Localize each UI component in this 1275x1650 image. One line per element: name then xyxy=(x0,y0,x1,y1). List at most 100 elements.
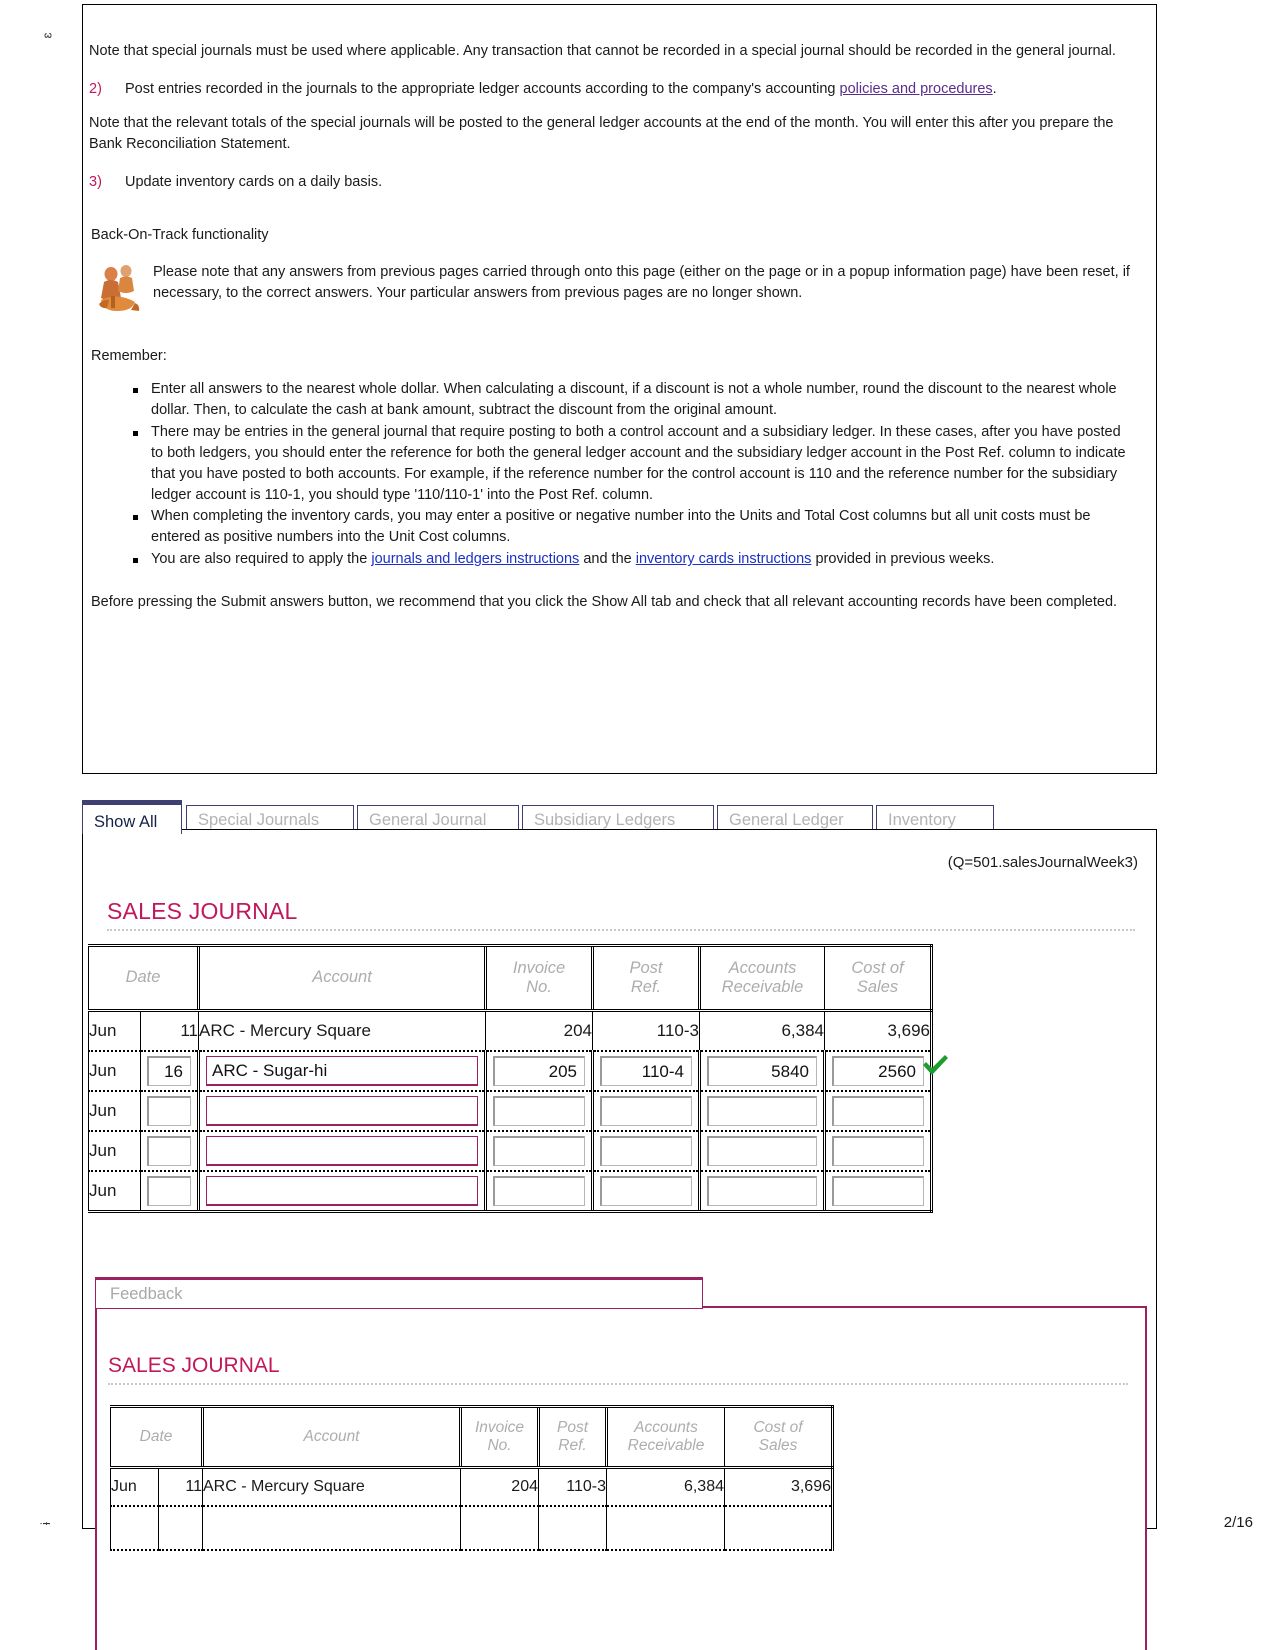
cell-account: ARC - Mercury Square xyxy=(198,1010,486,1052)
post-ref-input-row2[interactable] xyxy=(600,1056,692,1086)
policies-and-procedures-link[interactable]: policies and procedures xyxy=(840,81,993,97)
column-header-date: Date xyxy=(110,1405,203,1469)
cell-invoice-no xyxy=(484,1090,593,1132)
column-header-post-ref: Post Ref. xyxy=(537,1405,607,1469)
tab-feedback[interactable]: Feedback xyxy=(95,1277,703,1309)
list-item: Enter all answers to the nearest whole d… xyxy=(133,379,1134,421)
date-day-input-row4[interactable] xyxy=(147,1136,191,1166)
question-tag: (Q=501.salesJournalWeek3) xyxy=(947,854,1138,871)
cell-cost-of-sales: 3,696 xyxy=(724,1467,834,1507)
account-input-row4[interactable] xyxy=(206,1136,478,1166)
column-header-accounts-receivable: Accounts Receivable xyxy=(698,944,825,1012)
invoice-no-input-row5[interactable] xyxy=(493,1176,585,1206)
correct-answer-check-icon xyxy=(920,1050,950,1080)
table-row: Jun xyxy=(88,1090,933,1132)
column-header-invoice-no: Invoice No. xyxy=(484,944,593,1012)
account-input-row5[interactable] xyxy=(206,1176,478,1206)
accounts-receivable-input-row5[interactable] xyxy=(707,1176,817,1206)
cell-cost-of-sales xyxy=(823,1170,933,1213)
cost-of-sales-input-row4[interactable] xyxy=(832,1136,924,1166)
cost-of-sales-input-row5[interactable] xyxy=(832,1176,924,1206)
list-item: When completing the inventory cards, you… xyxy=(133,506,1134,548)
bullet-4-text-before: You are also required to apply the xyxy=(151,551,372,568)
post-ref-input-row5[interactable] xyxy=(600,1176,692,1206)
list-item: There may be entries in the general jour… xyxy=(133,422,1134,506)
table-header-row: Date Account Invoice No. Post Ref. Accou… xyxy=(110,1405,834,1469)
post-ref-input-row4[interactable] xyxy=(600,1136,692,1166)
date-day-input-row5[interactable] xyxy=(147,1176,191,1206)
tab-show-all[interactable]: Show All xyxy=(82,800,182,834)
item-2-number: 2) xyxy=(89,80,102,97)
account-input-row3[interactable] xyxy=(206,1096,478,1126)
invoice-no-input-row3[interactable] xyxy=(493,1096,585,1126)
item-2-body: Post entries recorded in the journals to… xyxy=(125,79,1134,100)
accounts-receivable-input-row2[interactable] xyxy=(707,1056,817,1086)
table-row: Jun 11 ARC - Mercury Square 204 110-3 6,… xyxy=(110,1467,834,1507)
ar-line-1: Accounts xyxy=(634,1418,698,1436)
item-2-text-before: Post entries recorded in the journals to… xyxy=(125,80,840,97)
cell-cost-of-sales xyxy=(823,1130,933,1172)
note-paragraph-2: Note that the relevant totals of the spe… xyxy=(89,114,1114,152)
column-header-date: Date xyxy=(88,944,199,1012)
bullet-4-text-after: provided in previous weeks. xyxy=(811,551,995,568)
accounts-receivable-input-row4[interactable] xyxy=(707,1136,817,1166)
sales-journal-table: Date Account Invoice No. Post Ref. Accou… xyxy=(88,944,933,1213)
cos-line-2: Sales xyxy=(856,978,899,996)
cell-date-month: Jun xyxy=(88,1170,141,1213)
cell-date-day xyxy=(140,1050,199,1092)
cell-account xyxy=(197,1090,486,1132)
cell-post-ref xyxy=(591,1170,700,1213)
people-figures-icon xyxy=(91,260,153,316)
cell-accounts-receivable xyxy=(698,1130,825,1172)
cost-of-sales-input-row3[interactable] xyxy=(832,1096,924,1126)
back-on-track-note-text: Please note that any answers from previo… xyxy=(153,264,1130,302)
feedback-title-divider xyxy=(108,1383,1128,1385)
cos-line-1: Cost of xyxy=(851,958,904,977)
cell-invoice-no: 204 xyxy=(485,1010,593,1052)
post-ref-input-row3[interactable] xyxy=(600,1096,692,1126)
cost-of-sales-input-row2[interactable] xyxy=(832,1056,924,1086)
invoice-no-input-row2[interactable] xyxy=(493,1056,585,1086)
cos-line-2: Sales xyxy=(758,1437,798,1454)
table-header-row: Date Account Invoice No. Post Ref. Accou… xyxy=(88,944,933,1012)
note-paragraph-1: Note that special journals must be used … xyxy=(89,43,1116,59)
cell-account xyxy=(197,1050,486,1092)
title-divider xyxy=(107,929,1135,931)
cell-cost-of-sales xyxy=(823,1090,933,1132)
table-row: Jun xyxy=(88,1170,933,1213)
item-3-body: Update inventory cards on a daily basis. xyxy=(125,173,383,190)
table-row: Jun 11 ARC - Mercury Square 204 110-3 6,… xyxy=(88,1010,933,1052)
table-row xyxy=(110,1505,834,1551)
cell-date-day: 11 xyxy=(140,1010,199,1052)
column-header-account: Account xyxy=(201,1405,461,1469)
invoice-line-1: Invoice xyxy=(474,1418,525,1436)
date-day-input-row3[interactable] xyxy=(147,1096,191,1126)
page-title: SALES JOURNAL xyxy=(107,898,298,924)
account-input-row2[interactable] xyxy=(206,1056,478,1086)
cell-post-ref xyxy=(538,1505,607,1551)
page-number: 2/16 xyxy=(1223,1514,1253,1531)
list-item: You are also required to apply the journ… xyxy=(133,549,1134,570)
cell-date-month: Jun xyxy=(88,1050,141,1092)
column-header-cost-of-sales: Cost of Sales xyxy=(724,1405,834,1469)
journals-and-ledgers-instructions-link[interactable]: journals and ledgers instructions xyxy=(371,551,579,567)
cell-date-day xyxy=(140,1170,199,1213)
cell-invoice-no xyxy=(484,1130,593,1172)
remember-bullet-list: Enter all answers to the nearest whole d… xyxy=(89,379,1134,570)
accounts-receivable-input-row3[interactable] xyxy=(707,1096,817,1126)
cell-post-ref: 110-3 xyxy=(538,1467,607,1507)
cell-account xyxy=(197,1130,486,1172)
invoice-line-2: No. xyxy=(487,1437,512,1454)
cell-date-day xyxy=(158,1505,203,1551)
cell-accounts-receivable xyxy=(606,1505,725,1551)
cell-invoice-no xyxy=(484,1050,593,1092)
date-day-input-row2[interactable] xyxy=(147,1056,191,1086)
remember-label: Remember: xyxy=(91,348,167,365)
cell-date-month: Jun xyxy=(88,1010,141,1052)
inventory-cards-instructions-link[interactable]: inventory cards instructions xyxy=(636,551,812,567)
cell-account: ARC - Mercury Square xyxy=(202,1467,461,1507)
column-header-invoice-no: Invoice No. xyxy=(459,1405,539,1469)
cos-line-1: Cost of xyxy=(753,1418,803,1436)
instructions-panel: Note that special journals must be used … xyxy=(82,4,1157,774)
invoice-no-input-row4[interactable] xyxy=(493,1136,585,1166)
